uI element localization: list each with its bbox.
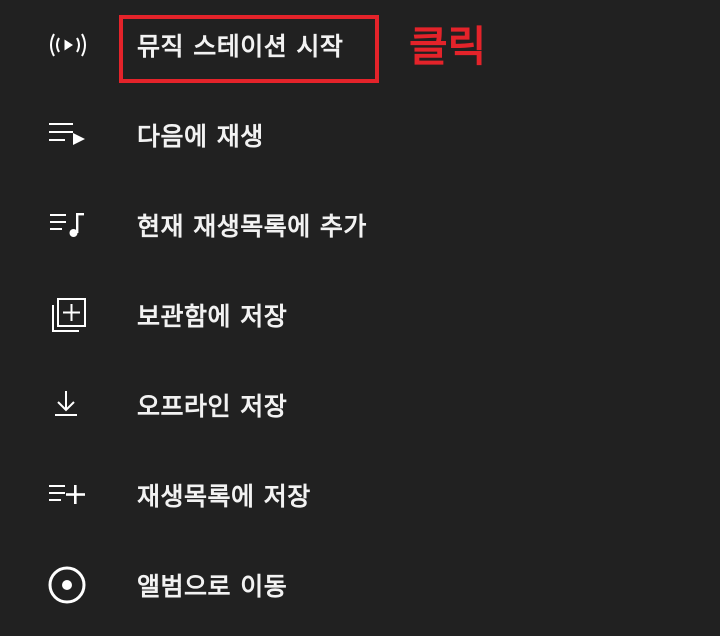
download-icon [44, 381, 92, 429]
menu-item-label: 오프라인 저장 [137, 392, 288, 421]
play-next-icon [44, 111, 92, 159]
context-menu: 뮤직 스테이션 시작 다음에 재생 현재 재생목록에 추가 보관함에 저장 오프… [0, 0, 720, 636]
menu-item-go-to-album[interactable]: 앨범으로 이동 [0, 540, 720, 630]
highlight-box [119, 15, 379, 83]
menu-item-save-to-playlist[interactable]: 재생목록에 저장 [0, 450, 720, 540]
menu-item-save-to-library[interactable]: 보관함에 저장 [0, 270, 720, 360]
menu-item-label: 현재 재생목록에 추가 [137, 212, 367, 241]
menu-item-label: 재생목록에 저장 [137, 482, 311, 511]
album-icon [44, 561, 92, 609]
menu-item-label: 앨범으로 이동 [137, 572, 288, 601]
menu-item-label: 보관함에 저장 [137, 302, 288, 331]
radio-broadcast-icon [44, 21, 92, 69]
annotation-label: 클릭 [409, 22, 487, 71]
library-add-icon [44, 291, 92, 339]
playlist-add-icon [44, 471, 92, 519]
menu-item-offline-save[interactable]: 오프라인 저장 [0, 360, 720, 450]
menu-item-play-next[interactable]: 다음에 재생 [0, 90, 720, 180]
menu-item-add-to-queue[interactable]: 현재 재생목록에 추가 [0, 180, 720, 270]
menu-item-label: 다음에 재생 [137, 122, 264, 151]
add-to-queue-icon [44, 201, 92, 249]
